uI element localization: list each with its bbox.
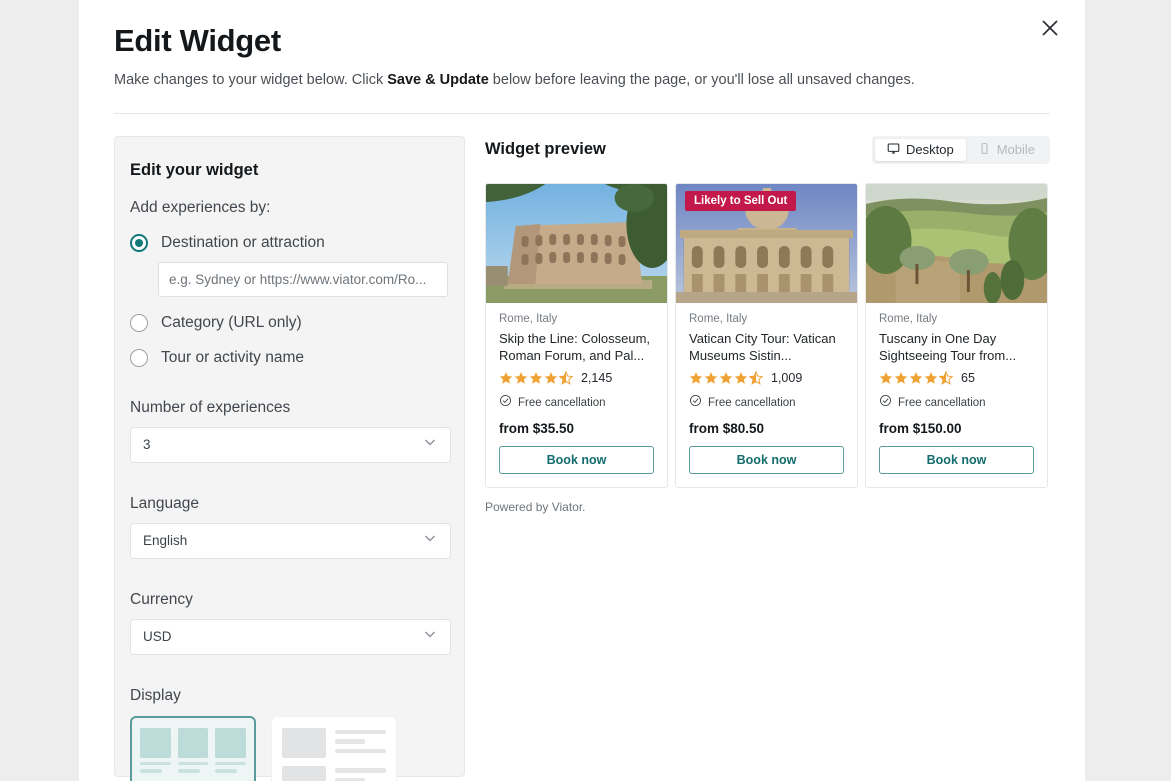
card-location: Rome, Italy xyxy=(499,312,558,325)
colosseum-photo xyxy=(486,183,667,303)
select-value-language: English xyxy=(143,533,188,549)
review-count: 2,145 xyxy=(581,370,613,385)
field-display: Display xyxy=(130,687,449,781)
star-rating-icon xyxy=(689,371,763,385)
device-toggle: Desktop Mobile xyxy=(872,135,1050,164)
radio-label-destination: Destination or attraction xyxy=(161,233,325,251)
modal-subtitle: Make changes to your widget below. Click… xyxy=(114,70,1050,91)
tab-desktop-label: Desktop xyxy=(906,142,954,158)
label-language: Language xyxy=(130,494,199,512)
radio-icon-category[interactable] xyxy=(130,313,148,332)
select-value-currency: USD xyxy=(143,629,172,645)
card-rating: 2,145 xyxy=(499,371,654,385)
tab-desktop[interactable]: Desktop xyxy=(875,138,966,161)
book-now-button[interactable]: Book now xyxy=(879,445,1034,474)
label-currency: Currency xyxy=(130,590,193,608)
select-value-number: 3 xyxy=(143,437,151,453)
card-title: Tuscany in One Day Sightseeing Tour from… xyxy=(879,330,1017,363)
status-badge: Likely to Sell Out xyxy=(685,190,797,211)
subtitle-after: below before leaving the page, or you'll… xyxy=(488,71,915,88)
close-icon[interactable] xyxy=(1033,11,1067,45)
select-number-of-experiences[interactable]: 3 xyxy=(130,426,451,463)
edit-widget-modal: Edit Widget Make changes to your widget … xyxy=(79,0,1085,781)
chevron-down-icon xyxy=(422,434,438,455)
card-location: Rome, Italy xyxy=(879,312,938,325)
display-option-grid-layout[interactable] xyxy=(130,715,256,781)
card-rating: 65 xyxy=(879,371,1034,385)
radio-label-tour-name: Tour or activity name xyxy=(161,348,304,366)
radio-icon-destination[interactable] xyxy=(130,233,148,252)
radio-option-tour-name[interactable]: Tour or activity name xyxy=(130,348,449,367)
radio-option-destination[interactable]: Destination or attraction xyxy=(130,233,449,252)
display-option-list-layout[interactable] xyxy=(271,715,397,781)
chevron-down-icon xyxy=(422,626,438,647)
cancellation-label: Free cancellation xyxy=(898,396,986,409)
card-cancellation: Free cancellation xyxy=(879,394,1034,412)
tab-mobile-label: Mobile xyxy=(996,142,1035,158)
cancellation-label: Free cancellation xyxy=(708,396,796,409)
monitor-icon xyxy=(887,142,900,158)
check-circle-icon xyxy=(499,394,512,412)
vatican-photo: Likely to Sell Out xyxy=(676,183,857,303)
form-title: Edit your widget xyxy=(130,160,259,179)
field-currency: Currency USD xyxy=(130,590,451,655)
tuscany-photo xyxy=(866,183,1047,304)
check-circle-icon xyxy=(879,394,892,412)
card-cancellation: Free cancellation xyxy=(499,394,654,412)
display-layout-options xyxy=(130,715,449,781)
review-count: 1,009 xyxy=(771,370,803,385)
modal-header: Edit Widget Make changes to your widget … xyxy=(79,0,1085,91)
card-rating: 1,009 xyxy=(689,371,844,385)
star-rating-icon xyxy=(499,371,573,385)
radio-label-category: Category (URL only) xyxy=(161,313,302,331)
card-title: Skip the Line: Colosseum, Roman Forum, a… xyxy=(499,330,651,363)
product-card[interactable]: Likely to Sell Out Rome, Italy Vatican C… xyxy=(675,182,858,488)
label-number-of-experiences: Number of experiences xyxy=(130,398,291,416)
select-currency[interactable]: USD xyxy=(130,618,451,655)
field-language: Language English xyxy=(130,494,451,559)
book-now-button[interactable]: Book now xyxy=(689,445,844,474)
tab-mobile[interactable]: Mobile xyxy=(966,139,1047,161)
modal-body: Edit your widget Add experiences by: Des… xyxy=(79,114,1085,781)
chevron-down-icon xyxy=(422,530,438,551)
powered-by-label: Powered by Viator. xyxy=(485,499,586,514)
check-circle-icon xyxy=(689,394,702,412)
radio-icon-tour-name[interactable] xyxy=(130,348,148,367)
select-language[interactable]: English xyxy=(130,522,451,559)
widget-preview-panel: Widget preview Desktop Mobile Rome, Ital… xyxy=(485,135,1050,777)
preview-cards: Rome, Italy Skip the Line: Colosseum, Ro… xyxy=(485,182,1050,488)
page-title: Edit Widget xyxy=(114,23,281,58)
card-price: from $35.50 xyxy=(499,420,575,436)
book-now-button[interactable]: Book now xyxy=(499,445,654,474)
product-card[interactable]: Rome, Italy Skip the Line: Colosseum, Ro… xyxy=(485,182,668,488)
cancellation-label: Free cancellation xyxy=(518,396,606,409)
card-title: Vatican City Tour: Vatican Museums Sisti… xyxy=(689,330,836,363)
destination-input[interactable] xyxy=(158,261,448,297)
preview-title: Widget preview xyxy=(485,140,606,159)
radio-option-category[interactable]: Category (URL only) xyxy=(130,313,449,332)
card-price: from $150.00 xyxy=(879,420,962,436)
preview-header: Widget preview Desktop Mobile xyxy=(485,135,1050,164)
add-experiences-label: Add experiences by: xyxy=(130,198,271,216)
review-count: 65 xyxy=(961,370,975,385)
card-cancellation: Free cancellation xyxy=(689,394,844,412)
subtitle-before: Make changes to your widget below. Click xyxy=(114,71,388,88)
star-rating-icon xyxy=(879,371,953,385)
label-display: Display xyxy=(130,686,181,704)
product-card[interactable]: Rome, Italy Tuscany in One Day Sightseei… xyxy=(865,182,1048,488)
widget-form-panel: Edit your widget Add experiences by: Des… xyxy=(114,135,465,781)
field-number-of-experiences: Number of experiences 3 xyxy=(130,398,451,463)
phone-icon xyxy=(978,142,991,158)
card-price: from $80.50 xyxy=(689,420,765,436)
card-location: Rome, Italy xyxy=(689,312,748,325)
subtitle-bold: Save & Update xyxy=(387,71,489,88)
